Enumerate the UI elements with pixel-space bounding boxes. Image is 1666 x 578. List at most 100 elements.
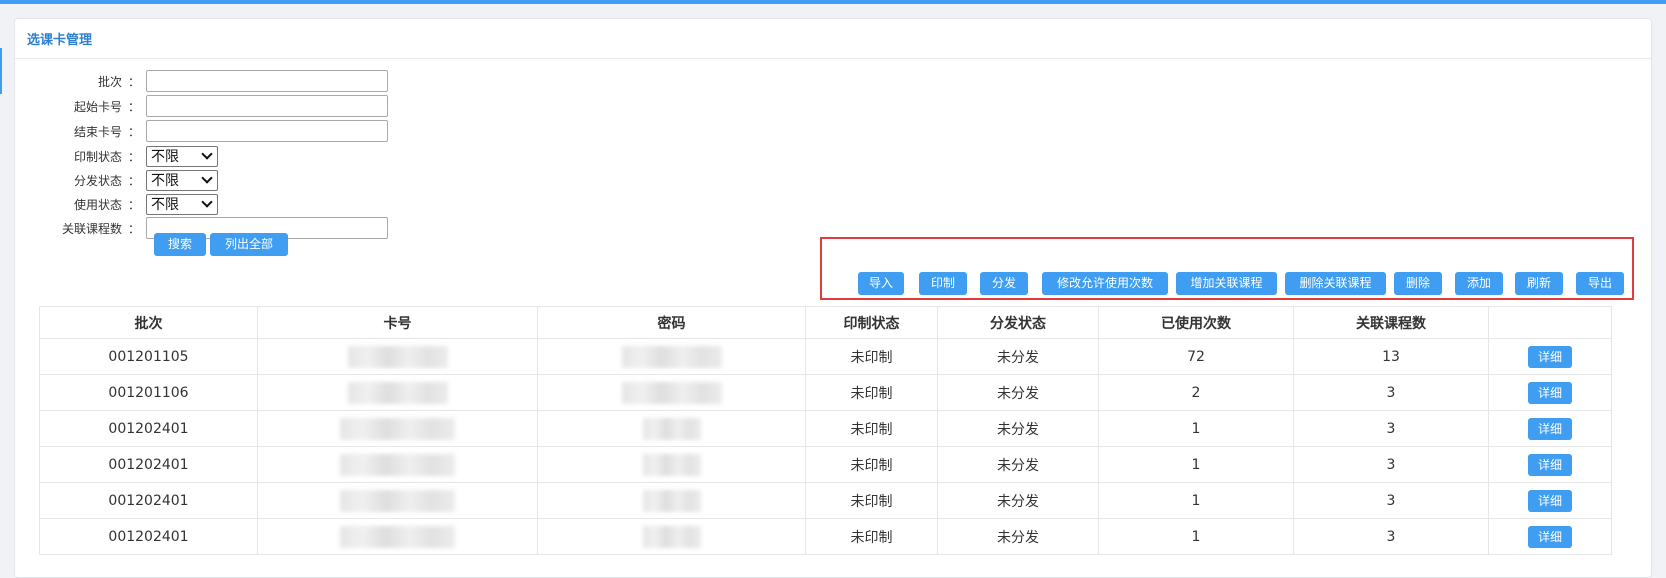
print-button[interactable]: 印制 [919,272,967,295]
colon: ： [127,74,140,89]
detail-button[interactable]: 详细 [1527,489,1572,512]
cell-print-status: 未印制 [805,446,938,483]
colon: ： [127,197,140,212]
cell-batch: 001202401 [39,518,258,555]
cell-used-count: 1 [1098,446,1294,483]
cell-course-count: 3 [1293,374,1489,411]
refresh-button[interactable]: 刷新 [1515,272,1563,295]
cell-password [537,446,806,483]
masked-card-no [347,381,448,404]
cell-batch: 001202401 [39,410,258,447]
detail-button[interactable]: 详细 [1527,381,1572,404]
course-count-label: 关联课程数 [61,221,122,236]
print-status-row: 印制状态 ： 不限 [0,145,218,167]
end-card-label: 结束卡号 [73,124,122,139]
masked-password [621,345,722,368]
column-header-batch: 批次 [39,306,258,339]
add-course-button[interactable]: 增加关联课程 [1176,272,1277,295]
print-status-value: 不限 [151,149,179,165]
import-button[interactable]: 导入 [858,272,904,295]
cell-card-no [257,374,538,411]
masked-password [642,417,701,440]
cell-card-no [257,518,538,555]
distribute-status-select[interactable]: 不限 [146,169,218,191]
cell-print-status: 未印制 [805,482,938,519]
start-card-label: 起始卡号 [73,99,122,114]
cell-actions: 详细 [1488,482,1612,519]
cell-password [537,374,806,411]
cell-used-count: 1 [1098,410,1294,447]
distribute-button[interactable]: 分发 [980,272,1028,295]
page-title: 选课卡管理 [27,33,93,48]
cell-actions: 详细 [1488,410,1612,447]
batch-input[interactable] [146,70,388,92]
table-header-row: 批次 卡号 密码 印制状态 分发状态 已使用次数 关联课程数 [39,306,1612,339]
column-header-password: 密码 [537,306,806,339]
cell-distribute-status: 未分发 [937,374,1099,411]
cell-password [537,518,806,555]
cell-used-count: 72 [1098,338,1294,375]
table-row: 001201105 未印制 未分发 72 13 详细 [39,338,1612,375]
card-table: 批次 卡号 密码 印制状态 分发状态 已使用次数 关联课程数 001201105… [39,306,1612,555]
cell-actions: 详细 [1488,338,1612,375]
use-status-label: 使用状态 [73,197,122,212]
modify-uses-button[interactable]: 修改允许使用次数 [1042,272,1168,295]
masked-password [642,453,701,476]
search-button[interactable]: 搜索 [154,233,206,256]
table-row: 001201106 未印制 未分发 2 3 详细 [39,374,1612,411]
remove-course-button[interactable]: 删除关联课程 [1285,272,1386,295]
cell-print-status: 未印制 [805,518,938,555]
table-row: 001202401 未印制 未分发 1 3 详细 [39,518,1612,555]
batch-label: 批次 [97,74,122,89]
cell-course-count: 3 [1293,518,1489,555]
detail-button[interactable]: 详细 [1527,453,1572,476]
colon: ： [127,221,140,236]
cell-card-no [257,482,538,519]
colon: ： [127,173,140,188]
masked-card-no [340,525,455,548]
cell-used-count: 1 [1098,518,1294,555]
use-status-select[interactable]: 不限 [146,193,218,215]
detail-button[interactable]: 详细 [1527,417,1572,440]
table-row: 001202401 未印制 未分发 1 3 详细 [39,410,1612,447]
cell-card-no [257,338,538,375]
cell-actions: 详细 [1488,374,1612,411]
cell-password [537,338,806,375]
print-status-select[interactable]: 不限 [146,145,218,167]
list-all-button[interactable]: 列出全部 [210,233,288,256]
cell-password [537,410,806,447]
search-actions: 搜索 列出全部 [154,233,288,256]
cell-course-count: 3 [1293,446,1489,483]
cell-course-count: 13 [1293,338,1489,375]
masked-card-no [347,345,448,368]
masked-password [642,525,701,548]
colon: ： [127,149,140,164]
chevron-down-icon [201,148,213,160]
cell-password [537,482,806,519]
delete-button[interactable]: 删除 [1394,272,1442,295]
use-status-row: 使用状态 ： 不限 [0,193,218,215]
start-card-input[interactable] [146,95,388,117]
masked-password [642,489,701,512]
distribute-status-label: 分发状态 [73,173,122,188]
table-row: 001202401 未印制 未分发 1 3 详细 [39,446,1612,483]
cell-actions: 详细 [1488,446,1612,483]
column-header-print-status: 印制状态 [805,306,938,339]
export-button[interactable]: 导出 [1576,272,1624,295]
cell-actions: 详细 [1488,518,1612,555]
end-card-input[interactable] [146,120,388,142]
column-header-distribute-status: 分发状态 [937,306,1099,339]
cell-distribute-status: 未分发 [937,482,1099,519]
cell-distribute-status: 未分发 [937,446,1099,483]
detail-button[interactable]: 详细 [1527,345,1572,368]
chevron-down-icon [201,196,213,208]
cell-used-count: 2 [1098,374,1294,411]
add-button[interactable]: 添加 [1455,272,1503,295]
cell-print-status: 未印制 [805,338,938,375]
detail-button[interactable]: 详细 [1527,525,1572,548]
start-card-row: 起始卡号 ： [0,95,388,117]
end-card-row: 结束卡号 ： [0,120,388,142]
colon: ： [127,99,140,114]
masked-card-no [340,453,455,476]
cell-card-no [257,410,538,447]
